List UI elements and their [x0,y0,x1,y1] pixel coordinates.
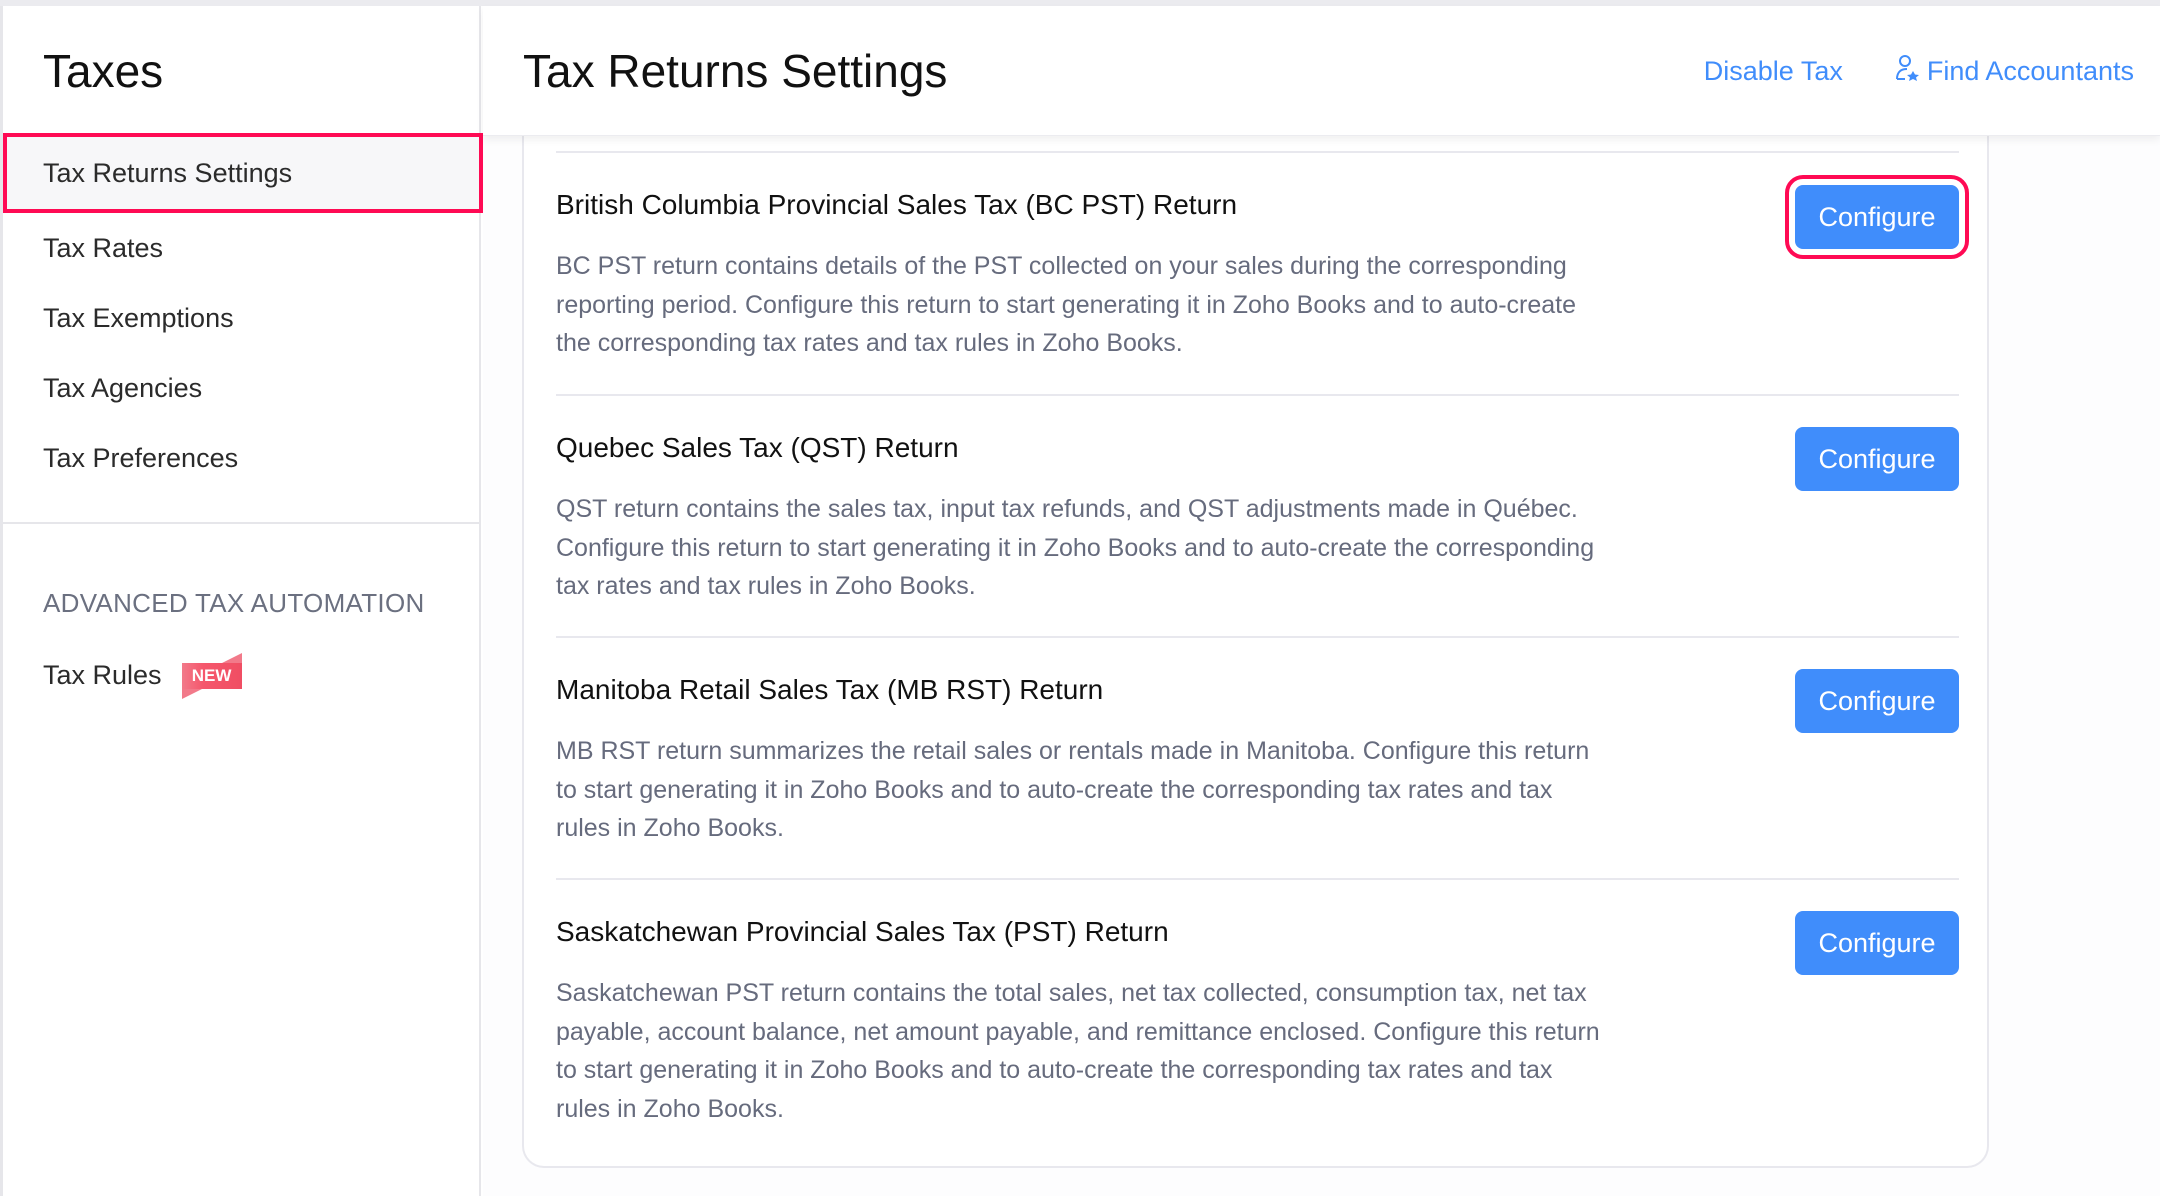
new-badge: NEW [180,651,244,699]
configure-button-bc-pst[interactable]: Configure [1785,175,1969,259]
disable-tax-label: Disable Tax [1703,56,1843,86]
return-item-bc-pst: British Columbia Provincial Sales Tax (B… [556,151,1969,394]
page-header: Tax Returns Settings Disable Tax Find Ac… [483,6,2160,136]
sidebar-divider [3,522,479,524]
sidebar-item-tax-preferences[interactable]: Tax Preferences [3,423,479,493]
sidebar-item-tax-rules[interactable]: Tax Rules NEW [43,651,244,699]
return-description: MB RST return summarizes the retail sale… [556,737,1590,842]
header-actions: Disable Tax Find Accountants [1704,54,2134,89]
main-content: British Columbia Provincial Sales Tax (B… [483,126,2160,1196]
return-description: QST return contains the sales tax, input… [556,495,1595,600]
return-title: Saskatchewan Provincial Sales Tax (PST) … [556,916,1169,947]
find-accountants-label: Find Accountants [1926,56,2134,86]
configure-button-sk-pst[interactable]: Configure [1795,911,1959,975]
tax-rules-label: Tax Rules [43,659,162,690]
new-badge-label: NEW [181,663,242,689]
page-title: Tax Returns Settings [523,45,948,97]
ribbon-fold-bottom [181,689,202,699]
return-item-mb-rst: Manitoba Retail Sales Tax (MB RST) Retur… [556,636,1959,878]
configure-button-qst[interactable]: Configure [1795,427,1959,491]
user-star-icon [1895,54,1921,89]
return-item-sk-pst: Saskatchewan Provincial Sales Tax (PST) … [556,878,1959,1148]
find-accountants-link[interactable]: Find Accountants [1895,54,2134,89]
sidebar: Taxes Tax Returns Settings Tax Rates Tax… [3,6,483,1196]
sidebar-item-tax-exemptions[interactable]: Tax Exemptions [3,283,479,353]
section-label-advanced-tax-automation: ADVANCED TAX AUTOMATION [43,588,425,618]
sidebar-item-tax-returns-settings[interactable]: Tax Returns Settings [3,133,483,213]
tax-returns-card: British Columbia Provincial Sales Tax (B… [522,126,1989,1168]
disable-tax-link[interactable]: Disable Tax [1704,56,1843,87]
ribbon-fold-top [221,653,242,663]
configure-button-mb-rst[interactable]: Configure [1795,669,1959,733]
return-title: British Columbia Provincial Sales Tax (B… [556,189,1238,220]
sidebar-nav: Tax Returns Settings Tax Rates Tax Exemp… [3,133,483,493]
sidebar-item-tax-agencies[interactable]: Tax Agencies [3,353,479,423]
return-item-qst: Quebec Sales Tax (QST) Return QST return… [556,394,1959,636]
return-title: Manitoba Retail Sales Tax (MB RST) Retur… [556,674,1104,705]
sidebar-title: Taxes [43,45,164,97]
return-description: BC PST return contains details of the PS… [556,252,1577,357]
return-title: Quebec Sales Tax (QST) Return [556,432,959,463]
return-description: Saskatchewan PST return contains the tot… [556,979,1600,1123]
sidebar-item-tax-rates[interactable]: Tax Rates [3,213,479,283]
